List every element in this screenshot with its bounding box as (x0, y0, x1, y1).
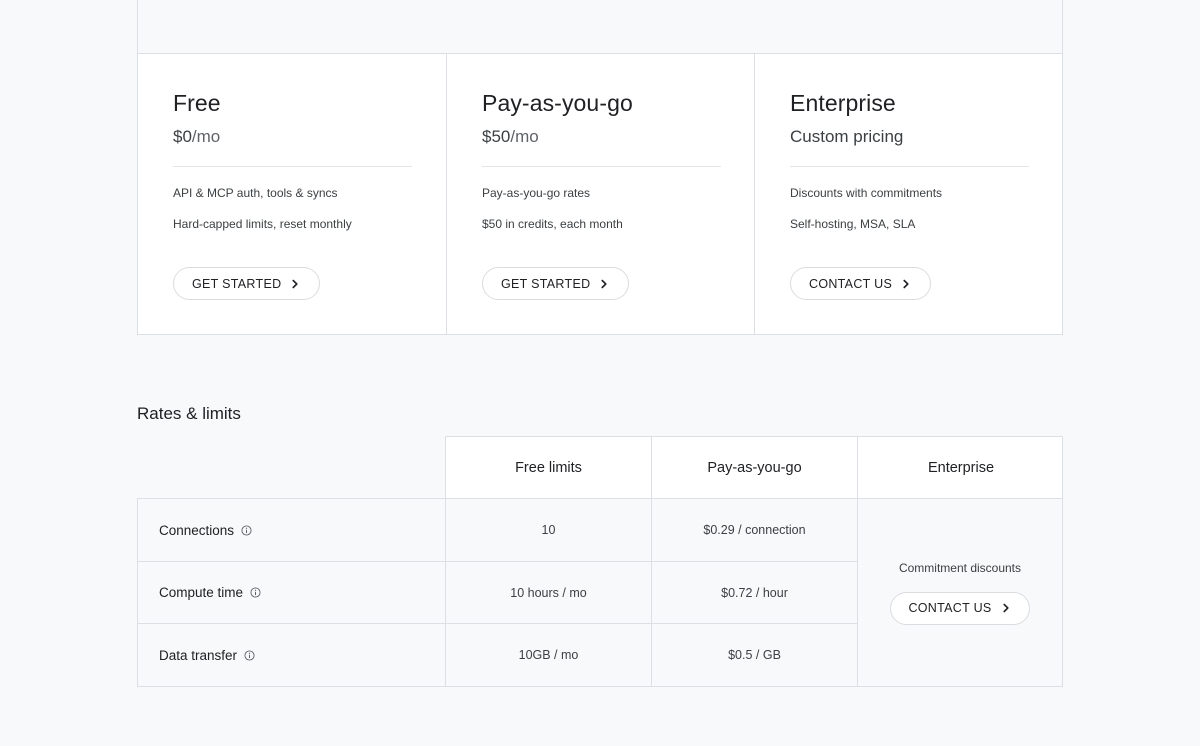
plan-name: Free (173, 90, 221, 116)
info-icon[interactable] (244, 649, 255, 661)
table-cell: $0.29 / connection (652, 499, 858, 562)
get-started-free-button[interactable]: GET STARTED (173, 267, 321, 300)
rates-section-title: Rates & limits (137, 404, 241, 423)
header-pay-as-you-go: Pay-as-you-go (652, 437, 858, 499)
enterprise-rates-cell: Commitment discounts CONTACT US (858, 499, 1062, 686)
plan-price: $0/mo (173, 127, 412, 147)
plan-divider (173, 166, 412, 167)
plan-card-free: Free $0/mo API & MCP auth, tools & syncs… (138, 54, 447, 334)
info-icon[interactable] (250, 587, 261, 598)
header-enterprise: Enterprise (927, 460, 995, 476)
button-label: GET STARTED (501, 276, 591, 291)
row-label-connections: Connections (138, 499, 446, 562)
contact-us-enterprise-button[interactable]: CONTACT US (790, 267, 932, 300)
price-period: /mo (191, 127, 221, 146)
plan-feature: Self-hosting, MSA, SLA (790, 217, 916, 231)
table-cell: 10 hours / mo (446, 562, 652, 624)
plan-divider (482, 166, 721, 167)
plan-feature: Hard-capped limits, reset monthly (173, 217, 352, 231)
plan-price: $50/mo (482, 127, 720, 147)
price-amount: $50 (482, 127, 511, 146)
row-label-compute-time: Compute time (138, 562, 446, 624)
chevron-right-icon (292, 279, 299, 288)
plan-price: Custom pricing (790, 127, 1030, 147)
chevron-right-icon (903, 279, 909, 288)
plan-card-enterprise: Enterprise Custom pricing Discounts with… (755, 54, 1064, 334)
table-cell: 10 (446, 499, 652, 562)
plan-feature: $50 in credits, each month (482, 217, 623, 231)
chevron-right-icon (1002, 603, 1009, 613)
enterprise-rates-text: Commitment discounts (898, 560, 1022, 575)
price-amount: $0 (173, 127, 192, 146)
plan-feature: Discounts with commitments (790, 186, 943, 200)
button-label: GET STARTED (192, 276, 282, 291)
price-amount: Custom pricing (790, 127, 904, 146)
top-section-band (137, 0, 1063, 54)
plan-name: Pay-as-you-go (482, 90, 633, 116)
row-label-data-transfer: Data transfer (138, 624, 446, 686)
table-cell: 10GB / mo (446, 624, 652, 686)
plan-feature: Pay-as-you-go rates (482, 186, 591, 200)
button-label: CONTACT US (809, 276, 893, 291)
rates-table-header: Free limits Pay-as-you-go Enterprise (445, 436, 1063, 499)
price-period: /mo (510, 127, 539, 146)
info-icon[interactable] (241, 524, 252, 536)
pricing-page: Free $0/mo API & MCP auth, tools & syncs… (0, 0, 1200, 746)
get-started-payg-button[interactable]: GET STARTED (482, 267, 630, 300)
plan-name: Enterprise (790, 90, 896, 116)
contact-us-rates-button[interactable]: CONTACT US (890, 591, 1030, 625)
plans-grid: Free $0/mo API & MCP auth, tools & syncs… (137, 53, 1063, 335)
plan-card-pay-as-you-go: Pay-as-you-go $50/mo Pay-as-you-go rates… (447, 54, 755, 334)
table-cell: $0.72 / hour (652, 562, 858, 624)
header-free-limits: Free limits (446, 437, 652, 499)
row-label-text: Connections (159, 522, 235, 538)
rates-table-body: Connections 10 $0.29 / connection Commit… (137, 498, 1063, 687)
chevron-right-icon (601, 279, 608, 288)
table-cell: $0.5 / GB (652, 624, 858, 686)
row-label-text: Data transfer (159, 647, 238, 663)
row-label-text: Compute time (159, 585, 244, 600)
plan-feature: API & MCP auth, tools & syncs (173, 186, 338, 200)
plan-divider (790, 166, 1029, 167)
button-label: CONTACT US (908, 601, 992, 615)
